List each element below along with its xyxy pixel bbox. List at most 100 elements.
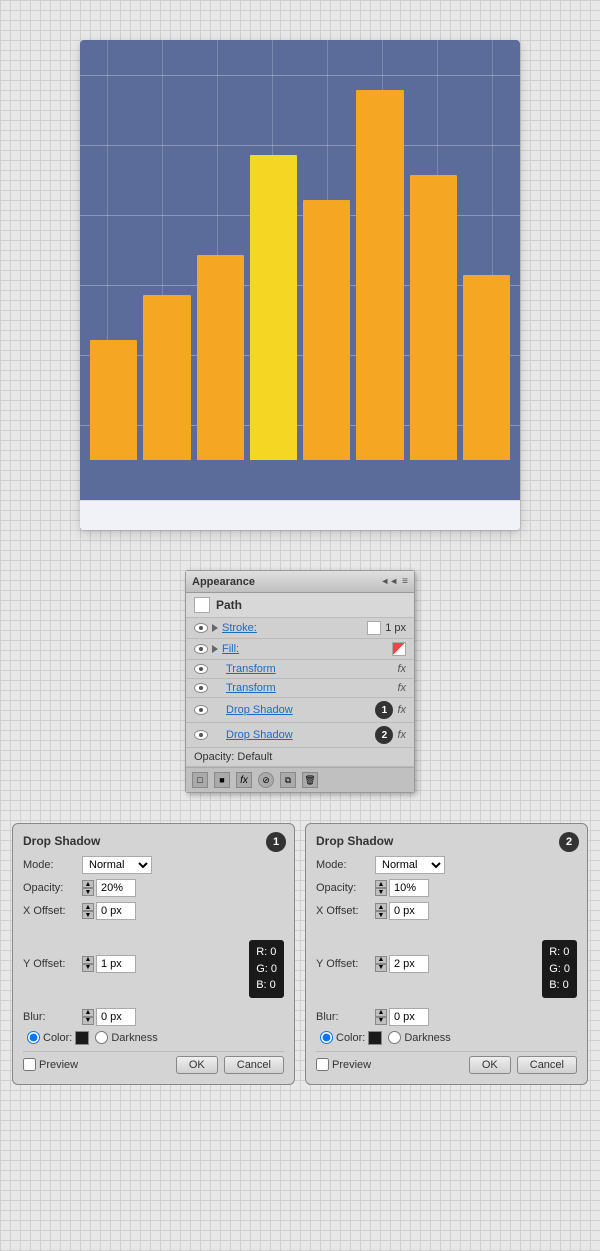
spinner-arrows-x: ▲ ▼ [82,903,94,919]
dialog2-blur-input[interactable] [389,1008,429,1026]
spinner-down-y[interactable]: ▼ [82,964,94,972]
dialog2-color-swatch[interactable] [368,1031,382,1045]
eye-icon-ds2[interactable] [194,730,208,740]
panel-path-row: Path [186,593,414,618]
new-layer-icon[interactable]: □ [192,772,208,788]
stroke-value: 1 px [385,622,406,634]
triangle-icon-fill[interactable] [212,645,218,653]
delete-icon[interactable]: 🗑 [302,772,318,788]
dialog1-opacity-input[interactable] [96,879,136,897]
dialog2-ok-button[interactable]: OK [469,1056,511,1074]
spinner-up-blur[interactable]: ▲ [82,1009,94,1017]
dialog1-color-swatch[interactable] [75,1031,89,1045]
panel-controls: ◄◄ ≡ [380,576,408,587]
spinner-arrows-x2: ▲ ▼ [375,903,387,919]
spinner-up-x2[interactable]: ▲ [375,903,387,911]
dialog2-xoffset-input[interactable] [389,902,429,920]
dialog2-yoffset-spinner: ▲ ▼ [375,955,429,973]
dialog1-color-label: Color: [43,1032,72,1044]
dialog1-mode-field: Mode: Normal [23,856,284,874]
g-value: G: 0 [256,961,277,978]
dialog2-opacity-input[interactable] [389,879,429,897]
dialog1-color-radio-input[interactable] [27,1031,40,1044]
dialog2-cancel-button[interactable]: Cancel [517,1056,577,1074]
g-value-2: G: 0 [549,961,570,978]
dialog1-darkness-radio-input[interactable] [95,1031,108,1044]
dialog2-blur-label: Blur: [316,1011,371,1023]
dialog2-color-radio[interactable]: Color: [320,1031,382,1045]
dialog2-opacity-spinner: ▲ ▼ [375,879,429,897]
dialog1-yoffset-input[interactable] [96,955,136,973]
fx-label-ds1: fx [397,704,406,716]
panel-title: Appearance [192,576,255,588]
bars-container [90,60,510,460]
dialog1-color-radio[interactable]: Color: [27,1031,89,1045]
dialog1-preview[interactable]: Preview [23,1058,78,1071]
spinner-up-op2[interactable]: ▲ [375,880,387,888]
b-value: B: 0 [256,977,277,994]
dialog2-preview-checkbox[interactable] [316,1058,329,1071]
stroke-swatch [367,621,381,635]
spinner-down[interactable]: ▼ [82,888,94,896]
spinner-down-op2[interactable]: ▼ [375,888,387,896]
stroke-label[interactable]: Stroke: [222,622,363,634]
dialog2-yoffset-input[interactable] [389,955,429,973]
copy-icon[interactable]: ⧉ [280,772,296,788]
spinner-down-x2[interactable]: ▼ [375,911,387,919]
dialog2-color-radio-input[interactable] [320,1031,333,1044]
dropshadow2-label[interactable]: Drop Shadow [226,729,371,741]
dialog1-yoffset-label: Y Offset: [23,958,78,970]
no-icon[interactable]: ⊘ [258,772,274,788]
dialog1-mode-select[interactable]: Normal [82,856,152,874]
dialog1-xoffset-input[interactable] [96,902,136,920]
dialog2-mode-field: Mode: Normal [316,856,577,874]
dropshadow2-row: Drop Shadow 2 fx [186,723,414,748]
dialog1-preview-checkbox[interactable] [23,1058,36,1071]
chart-footer [80,500,520,530]
eye-icon-fill[interactable] [194,644,208,654]
dialog2-mode-select[interactable]: Normal [375,856,445,874]
dialog2-preview[interactable]: Preview [316,1058,371,1071]
duplicate-icon[interactable]: ■ [214,772,230,788]
fill-label[interactable]: Fill: [222,643,388,655]
transform2-label[interactable]: Transform [226,682,393,694]
dialog2-blur-spinner: ▲ ▼ [375,1008,429,1026]
fx-icon[interactable]: fx [236,772,252,788]
spinner-up[interactable]: ▲ [82,880,94,888]
spinner-up-y[interactable]: ▲ [82,956,94,964]
spinner-up-blur2[interactable]: ▲ [375,1009,387,1017]
dialog1-blur-field: Blur: ▲ ▼ [23,1008,284,1026]
eye-icon-transform1[interactable] [194,664,208,674]
dropshadow1-label[interactable]: Drop Shadow [226,704,371,716]
eye-icon-transform2[interactable] [194,683,208,693]
dialog1-ok-button[interactable]: OK [176,1056,218,1074]
dialog1-radio-group: Color: Darkness [27,1031,284,1045]
spinner-arrows-blur2: ▲ ▼ [375,1009,387,1025]
b-value-2: B: 0 [549,977,570,994]
eye-icon[interactable] [194,623,208,633]
spinner-up-y2[interactable]: ▲ [375,956,387,964]
spinner-down-blur2[interactable]: ▼ [375,1017,387,1025]
triangle-icon[interactable] [212,624,218,632]
dialog1-blur-input[interactable] [96,1008,136,1026]
dialog1-blur-spinner: ▲ ▼ [82,1008,136,1026]
spinner-arrows-y2: ▲ ▼ [375,956,387,972]
dialog1-cancel-button[interactable]: Cancel [224,1056,284,1074]
double-arrow-icon[interactable]: ◄◄ [380,576,398,587]
bar-2 [143,295,190,460]
spinner-down-x[interactable]: ▼ [82,911,94,919]
spinner-up-x[interactable]: ▲ [82,903,94,911]
appearance-panel: Appearance ◄◄ ≡ Path Stroke: 1 px [185,570,415,793]
opacity-label: Opacity: Default [194,751,272,763]
spinner-down-blur[interactable]: ▼ [82,1017,94,1025]
dialog2-darkness-radio-input[interactable] [388,1031,401,1044]
transform1-label[interactable]: Transform [226,663,393,675]
dialog2-darkness-radio[interactable]: Darkness [388,1031,450,1044]
menu-icon[interactable]: ≡ [402,576,408,587]
path-label: Path [216,598,242,612]
dialog2-mode-label: Mode: [316,859,371,871]
chart-inner [80,40,520,500]
eye-icon-ds1[interactable] [194,705,208,715]
spinner-down-y2[interactable]: ▼ [375,964,387,972]
dialog1-darkness-radio[interactable]: Darkness [95,1031,157,1044]
